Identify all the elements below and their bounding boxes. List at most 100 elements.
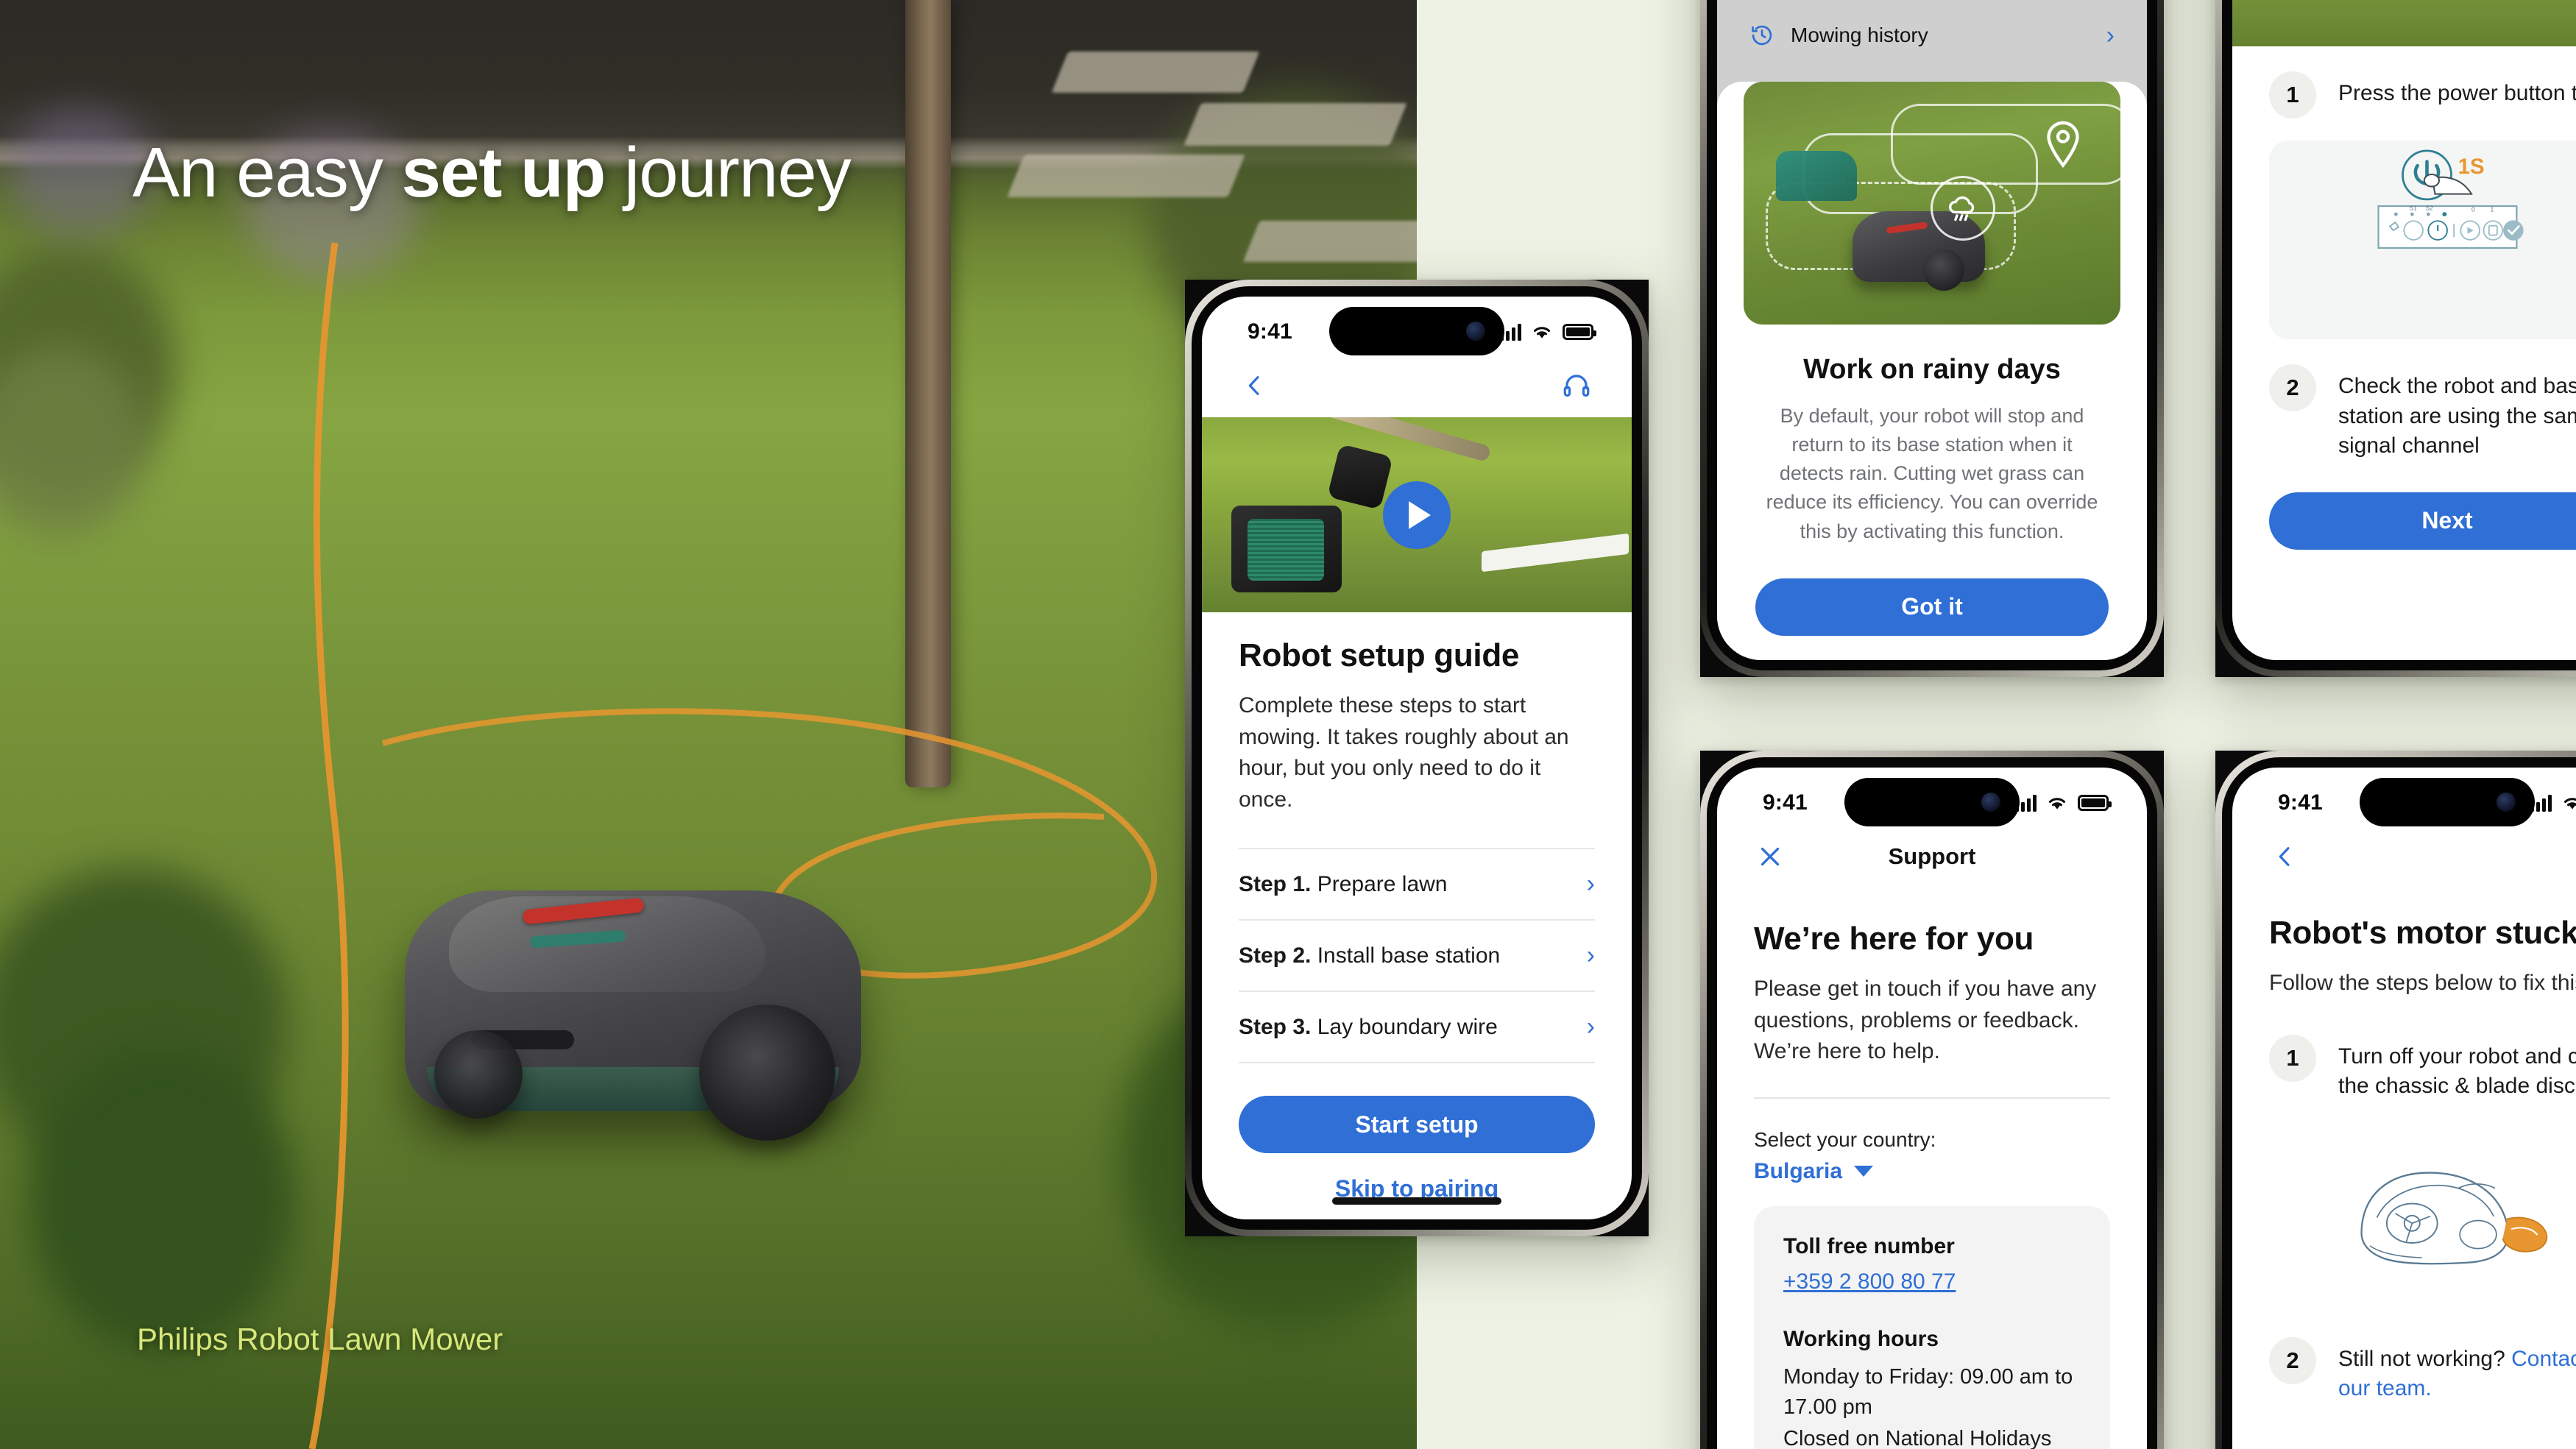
wifi-icon [2049, 798, 2065, 809]
history-clock-icon [1752, 25, 1772, 46]
phone-motor-stuck: 9:41 Robot's motor stuck Follow the step… [2215, 751, 2576, 1449]
robot-chassis-diagram-icon [2269, 1102, 2576, 1322]
support-nav-title: Support [1888, 843, 1976, 869]
rainy-days-body: By default, your robot will stop and ret… [1766, 405, 2098, 542]
hero-title-part1: An easy [132, 133, 402, 212]
svg-text:1: 1 [2491, 206, 2494, 213]
svg-text:0: 0 [2471, 206, 2475, 213]
hero-title-part2: journey [605, 133, 852, 212]
motor-step-2-prefix: Still not working? [2338, 1346, 2512, 1371]
pairing-step-2-text: Check the robot and base station are usi… [2338, 374, 2576, 458]
battery-icon [1563, 324, 1596, 340]
step-1-label: Prepare lawn [1311, 871, 1448, 896]
step-number-badge: 2 [2269, 364, 2316, 411]
press-duration-label: 1S [2458, 155, 2485, 179]
chevron-right-icon: › [1586, 870, 1595, 899]
chevron-right-icon: › [1586, 941, 1595, 970]
phone-rainy-days: Mowing history › Work on rainy days By d… [1700, 0, 2164, 677]
screen-rainy-days: Mowing history › Work on rainy days By d… [1717, 0, 2147, 660]
status-bar: 9:41 [2232, 768, 2576, 826]
motor-step-1-text: Turn off your robot and clean the chassi… [2338, 1044, 2576, 1099]
chevron-right-icon: › [1586, 1013, 1595, 1041]
status-time: 9:41 [1248, 319, 1292, 344]
start-setup-button[interactable]: Start setup [1239, 1096, 1595, 1154]
chevron-left-icon[interactable] [2272, 844, 2297, 869]
step-number-badge: 1 [2269, 1034, 2316, 1082]
close-x-icon[interactable] [1757, 843, 1783, 870]
page-title: An easy set up journey [132, 132, 852, 213]
home-indicator [1332, 1197, 1501, 1205]
step-2-number: Step 2. [1239, 943, 1312, 968]
pairing-step-2: 2 Check the robot and base station are u… [2269, 364, 2576, 461]
step-3-label: Lay boundary wire [1311, 1014, 1498, 1039]
step-1-number: Step 1. [1239, 871, 1312, 896]
country-value: Bulgaria [1754, 1158, 1843, 1183]
robot-lawn-mower-product [383, 846, 883, 1163]
step-2-label: Install base station [1311, 943, 1501, 968]
support-title: We’re here for you [1754, 921, 2034, 957]
hero-title-bold: set up [401, 133, 606, 212]
status-time: 9:41 [2278, 790, 2323, 815]
motor-step-1: 1 Turn off your robot and clean the chas… [2269, 1034, 2576, 1102]
support-contact-card: Toll free number +359 2 800 80 77 Workin… [1754, 1205, 2110, 1449]
mowing-history-row[interactable]: Mowing history › [1717, 13, 2147, 58]
support-body: Please get in touch if you have any ques… [1754, 977, 2097, 1064]
got-it-button[interactable]: Got it [1755, 578, 2109, 636]
pairing-step-1: 1 Press the power button to switch on [2269, 71, 2576, 118]
play-button-icon[interactable] [1383, 481, 1451, 549]
screen-support: 9:41 Support We’re here for you Please g [1717, 768, 2147, 1449]
tree-trunk [905, 0, 951, 787]
toll-free-number-link[interactable]: +359 2 800 80 77 [1783, 1269, 2081, 1294]
status-bar: 9:41 [1202, 297, 1632, 355]
wifi-icon [1534, 327, 1550, 339]
phone-setup-guide: 9:41 Robot setup guide Complete these st… [1185, 280, 1649, 1236]
pairing-video-thumbnail[interactable] [2232, 0, 2576, 46]
dynamic-island [1329, 307, 1504, 355]
paving-slab [1007, 155, 1245, 197]
phone-pairing-instructions: 1 Press the power button to switch on S1… [2215, 0, 2576, 677]
mowing-map-image [1744, 82, 2120, 325]
screen-pairing: 1 Press the power button to switch on S1… [2232, 0, 2576, 660]
setup-step-2[interactable]: Step 2. Install base station › [1239, 921, 1595, 993]
wifi-icon [2564, 798, 2576, 809]
status-bar: 9:41 [1717, 768, 2147, 826]
country-select[interactable]: Bulgaria [1754, 1159, 2110, 1184]
svg-text:S1: S1 [2410, 205, 2418, 212]
setup-video-thumbnail[interactable] [1202, 417, 1632, 612]
step-3-number: Step 3. [1239, 1014, 1312, 1039]
chevron-left-icon[interactable] [1242, 373, 1267, 398]
headset-icon[interactable] [1561, 370, 1592, 401]
dynamic-island [1844, 778, 2020, 826]
battery-icon [2078, 795, 2112, 811]
motor-step-2-text: Still not working? Contact our team. [2338, 1337, 2576, 1404]
pairing-step-1-text: Press the power button to switch on [2338, 81, 2576, 105]
step-number-badge: 2 [2269, 1336, 2316, 1384]
setup-step-3[interactable]: Step 3. Lay boundary wire › [1239, 992, 1595, 1064]
shrub-blob [29, 1045, 294, 1354]
setup-step-1[interactable]: Step 1. Prepare lawn › [1239, 848, 1595, 921]
dynamic-island [2360, 778, 2535, 826]
rainy-days-title: Work on rainy days [1803, 354, 2061, 385]
product-caption: Philips Robot Lawn Mower [137, 1322, 503, 1356]
rain-cloud-icon [1931, 176, 1995, 241]
location-pin-icon [2047, 121, 2079, 169]
mowing-history-label: Mowing history [1791, 24, 1928, 46]
country-label: Select your country: [1754, 1127, 1936, 1151]
nav-bar: Support [1717, 825, 2147, 888]
setup-guide-body: Complete these steps to start mowing. It… [1239, 693, 1569, 812]
step-number-badge: 1 [2269, 71, 2316, 118]
toll-free-heading: Toll free number [1783, 1233, 1955, 1258]
phone-support: 9:41 Support We’re here for you Please g [1700, 751, 2164, 1449]
chevron-right-icon: › [2106, 21, 2115, 49]
paving-slab [1183, 103, 1407, 146]
working-hours-heading: Working hours [1783, 1326, 1939, 1351]
setup-guide-title: Robot setup guide [1239, 637, 1520, 673]
screen-setup-guide: 9:41 Robot setup guide Complete these st… [1202, 297, 1632, 1219]
screen-motor-stuck: 9:41 Robot's motor stuck Follow the step… [2232, 768, 2576, 1449]
rainy-days-sheet: Work on rainy days By default, your robo… [1717, 82, 2147, 660]
motor-step-2: 2 Still not working? Contact our team. [2269, 1336, 2576, 1404]
next-button[interactable]: Next [2269, 492, 2576, 550]
caret-down-icon [1854, 1166, 1874, 1177]
power-button-illustration: S1 S2 0 1 1S [2269, 141, 2576, 339]
setup-steps-list: Step 1. Prepare lawn › Step 2. Install b… [1239, 848, 1595, 1064]
